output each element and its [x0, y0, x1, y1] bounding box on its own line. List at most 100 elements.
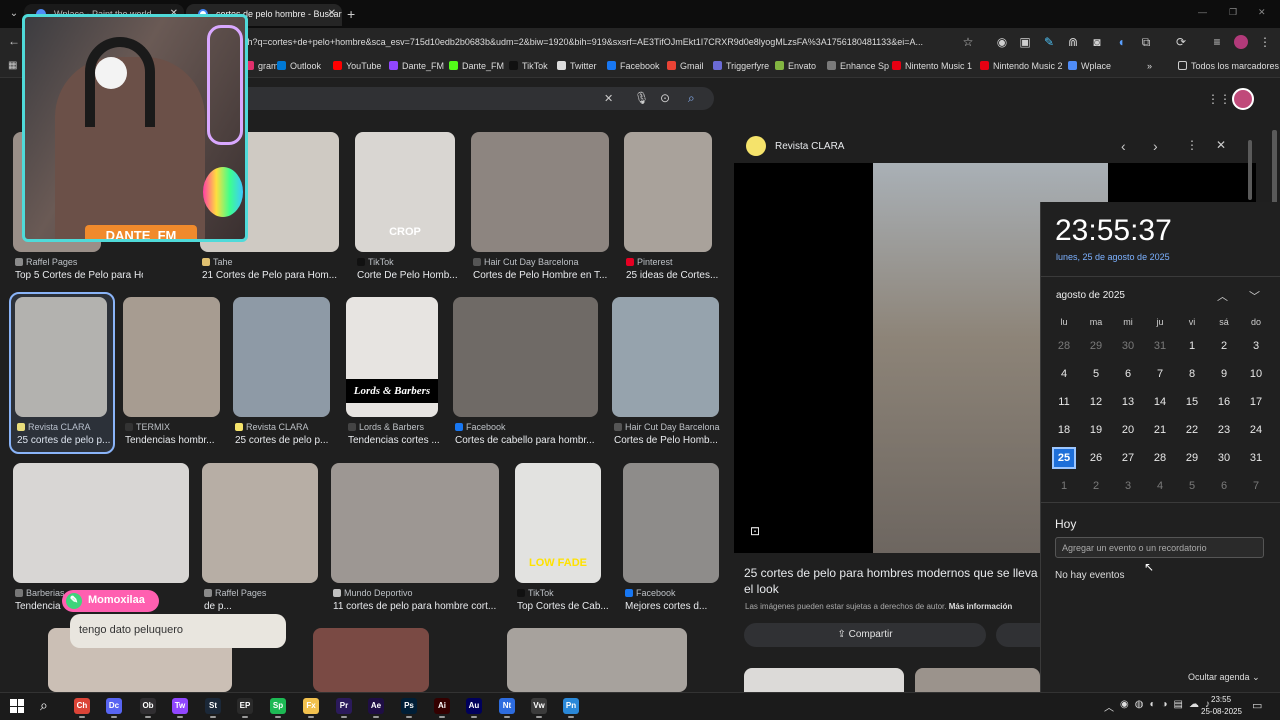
- menu-icon[interactable]: ⋮: [1258, 35, 1272, 49]
- result-image[interactable]: [233, 297, 330, 417]
- result-image[interactable]: [123, 297, 220, 417]
- bookmark-item[interactable]: Dante_FM: [449, 61, 504, 71]
- calendar-day[interactable]: 10: [1244, 363, 1268, 385]
- apps-icon[interactable]: ▦: [8, 60, 20, 72]
- address-bar[interactable]: rch?q=cortes+de+pelo+hombre&sca_esv=715d…: [240, 32, 960, 52]
- extension-icon[interactable]: ◙: [1090, 35, 1104, 49]
- taskbar-app-icon[interactable]: St: [205, 698, 221, 714]
- taskbar-app-icon[interactable]: Ai: [434, 698, 450, 714]
- visit-button[interactable]: [996, 623, 1040, 647]
- bookmark-item[interactable]: Triggerfyre: [713, 61, 769, 71]
- calendar-day[interactable]: 14: [1148, 391, 1172, 413]
- close-icon[interactable]: ✕: [328, 8, 336, 19]
- extension-icon[interactable]: ✎: [1042, 35, 1056, 49]
- result-image[interactable]: [507, 628, 687, 692]
- taskbar-app-icon[interactable]: Ae: [368, 698, 384, 714]
- bookmark-star-icon[interactable]: ☆: [961, 35, 975, 49]
- calendar-day[interactable]: 11: [1052, 391, 1076, 413]
- lens-search-icon[interactable]: ⊡: [750, 524, 760, 538]
- calendar-day[interactable]: 5: [1180, 475, 1204, 497]
- taskbar-app-icon[interactable]: Tw: [172, 698, 188, 714]
- bookmark-item[interactable]: Wplace: [1068, 61, 1111, 71]
- tab-list-button[interactable]: ⌄: [6, 6, 22, 22]
- search-icon[interactable]: ⌕: [688, 91, 695, 106]
- calendar-day[interactable]: 3: [1244, 335, 1268, 357]
- calendar-day[interactable]: 7: [1244, 475, 1268, 497]
- calendar-day[interactable]: 30: [1212, 447, 1236, 469]
- puzzle-icon[interactable]: ⧉: [1139, 35, 1153, 49]
- taskbar-app-icon[interactable]: Dc: [106, 698, 122, 714]
- avatar[interactable]: [1234, 35, 1248, 49]
- tray-date[interactable]: 25-08-2025: [1201, 707, 1242, 716]
- page-scrollbar[interactable]: [1272, 130, 1277, 210]
- taskbar-app-icon[interactable]: Pn: [563, 698, 579, 714]
- calendar-day[interactable]: 18: [1052, 419, 1076, 441]
- extension-icon[interactable]: ◖: [1114, 35, 1128, 49]
- lens-icon[interactable]: ⊙: [660, 91, 670, 105]
- viewer-title[interactable]: 25 cortes de pelo para hombres modernos …: [744, 566, 1044, 580]
- bookmark-item[interactable]: Dante_FM: [389, 61, 444, 71]
- result-source[interactable]: Mundo Deportivo: [333, 588, 541, 598]
- chevron-up-icon[interactable]: ︿: [1217, 288, 1228, 304]
- calendar-day[interactable]: 7: [1148, 363, 1172, 385]
- calendar-day[interactable]: 29: [1180, 447, 1204, 469]
- extension-icon[interactable]: ▣: [1018, 35, 1032, 49]
- calendar-day[interactable]: 17: [1244, 391, 1268, 413]
- calendar-month[interactable]: agosto de 2025: [1056, 290, 1125, 301]
- calendar-day[interactable]: 2: [1212, 335, 1236, 357]
- media-icon[interactable]: ≡: [1210, 35, 1224, 49]
- calendar-day[interactable]: 15: [1180, 391, 1204, 413]
- taskbar-app-icon[interactable]: EP: [237, 698, 253, 714]
- profile-sync-icon[interactable]: ⟳: [1174, 35, 1188, 49]
- calendar-day[interactable]: 6: [1116, 363, 1140, 385]
- taskbar-app-icon[interactable]: Ps: [401, 698, 417, 714]
- more-icon[interactable]: ⋮: [1186, 138, 1198, 152]
- result-image[interactable]: [453, 297, 598, 417]
- taskbar-app-icon[interactable]: Vw: [531, 698, 547, 714]
- bookmark-item[interactable]: Facebook: [607, 61, 660, 71]
- viewer-scrollbar[interactable]: [1248, 140, 1252, 200]
- calendar-day[interactable]: 28: [1148, 447, 1172, 469]
- chevron-down-icon[interactable]: ﹀: [1249, 288, 1260, 304]
- calendar-day[interactable]: 12: [1084, 391, 1108, 413]
- more-info-link[interactable]: Más información: [949, 602, 1013, 611]
- calendar-day[interactable]: 29: [1084, 335, 1108, 357]
- result-image[interactable]: [313, 628, 429, 692]
- bookmark-item[interactable]: YouTube: [333, 61, 381, 71]
- calendar-day-today[interactable]: 25: [1052, 447, 1076, 469]
- viewer-title-cont[interactable]: el look: [744, 582, 779, 596]
- calendar-day[interactable]: 27: [1116, 447, 1140, 469]
- bookmark-item[interactable]: Gmail: [667, 61, 704, 71]
- extension-icon[interactable]: ⋒: [1066, 35, 1080, 49]
- calendar-day[interactable]: 16: [1212, 391, 1236, 413]
- extension-icon[interactable]: ◉: [995, 35, 1009, 49]
- result-image[interactable]: [612, 297, 719, 417]
- result-title[interactable]: Cortes de Pelo Hombre en T...: [473, 270, 651, 281]
- result-title[interactable]: Top 5 Cortes de Pelo para Hombre e...: [15, 270, 143, 281]
- share-button[interactable]: ⇪ Compartir: [744, 623, 986, 647]
- clock-date[interactable]: lunes, 25 de agosto de 2025: [1056, 252, 1170, 262]
- start-icon[interactable]: [10, 699, 24, 713]
- bookmark-item[interactable]: Enhance Sp: [827, 61, 889, 71]
- viewer-source[interactable]: Revista CLARA: [775, 141, 844, 152]
- calendar-day[interactable]: 28: [1052, 335, 1076, 357]
- bookmark-item[interactable]: Outlook: [277, 61, 321, 71]
- new-tab-button[interactable]: +: [347, 6, 355, 22]
- tray-time[interactable]: 23:55: [1211, 695, 1231, 704]
- hide-agenda-button[interactable]: Ocultar agenda ⌄: [1188, 672, 1260, 683]
- calendar-day[interactable]: 30: [1116, 335, 1140, 357]
- result-image[interactable]: [331, 463, 499, 583]
- previous-icon[interactable]: ‹: [1121, 138, 1126, 154]
- calendar-day[interactable]: 13: [1116, 391, 1140, 413]
- calendar-day[interactable]: 20: [1116, 419, 1140, 441]
- result-image[interactable]: Lords & Barbers: [346, 297, 438, 417]
- calendar-day[interactable]: 19: [1084, 419, 1108, 441]
- result-title[interactable]: Cortes de cabello para hombr...: [455, 435, 640, 446]
- calendar-day[interactable]: 3: [1116, 475, 1140, 497]
- calendar-day[interactable]: 22: [1180, 419, 1204, 441]
- result-image[interactable]: [471, 132, 609, 252]
- search-icon[interactable]: ⌕: [40, 697, 48, 714]
- clear-search-button[interactable]: ✕: [604, 92, 613, 105]
- calendar-day[interactable]: 1: [1052, 475, 1076, 497]
- calendar-day[interactable]: 8: [1180, 363, 1204, 385]
